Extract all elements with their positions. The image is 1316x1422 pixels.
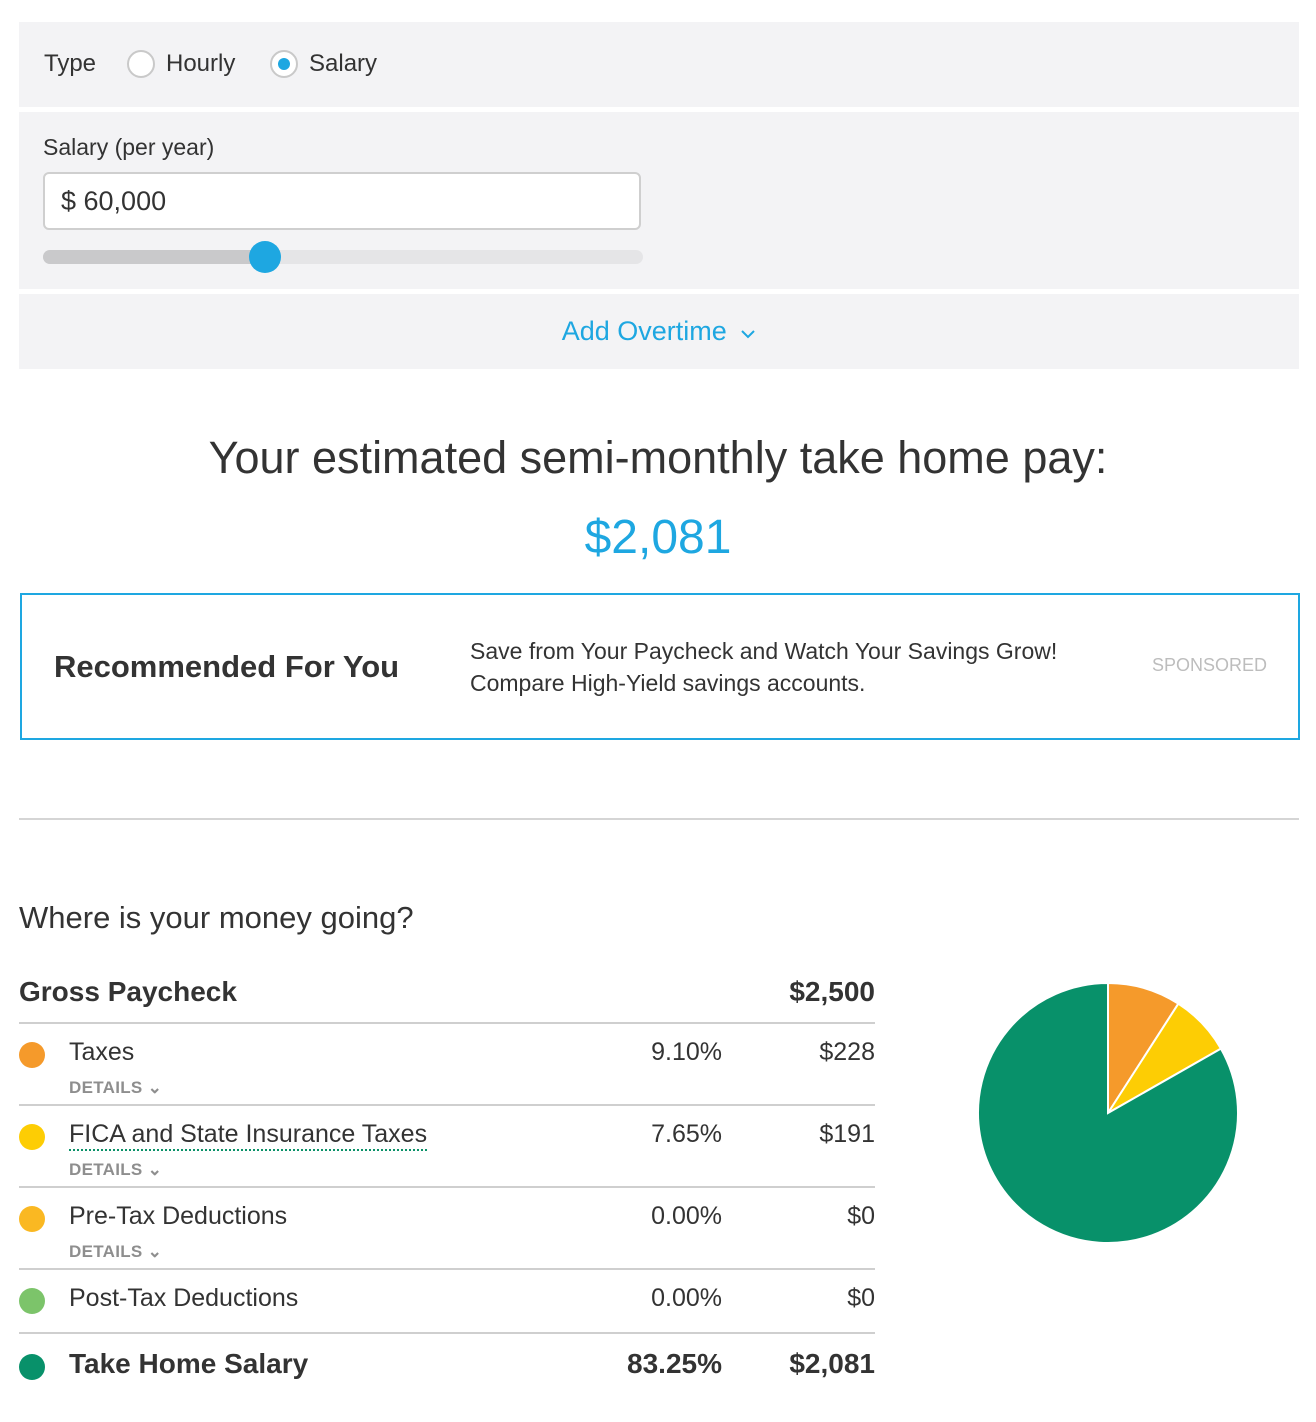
details-label: DETAILS [69,1160,143,1179]
recommended-line2: Compare High-Yield savings accounts. [470,670,866,696]
take-home-heading: Your estimated semi-monthly take home pa… [208,432,1108,483]
details-label: DETAILS [69,1242,143,1261]
row-pct: 9.10% [651,1038,722,1066]
row-divider [19,1186,875,1188]
breakdown-title: Where is your money going? [19,900,414,935]
fica-dot [19,1124,45,1150]
salary-radio[interactable] [270,50,298,78]
row-pct: 0.00% [651,1202,722,1230]
sponsored-badge: SPONSORED [1152,655,1268,675]
total-pct: 83.25% [627,1348,722,1379]
details-toggle[interactable]: DETAILS ⌄ [69,1160,162,1180]
recommended-card[interactable]: Recommended For You Save from Your Paych… [20,593,1300,740]
details-toggle[interactable]: DETAILS ⌄ [69,1078,162,1098]
take-home-amount: $2,081 [584,511,732,564]
row-divider [19,1022,875,1024]
salary-slider[interactable] [43,241,643,273]
row-divider [19,1104,875,1106]
taxes-dot [19,1042,45,1068]
details-label: DETAILS [69,1078,143,1097]
add-overtime-label: Add Overtime [561,316,727,346]
chevron-down-icon: ⌄ [147,1078,163,1097]
chevron-down-icon [741,330,755,339]
row-divider [19,1268,875,1270]
type-label: Type [44,50,97,77]
row-value: $191 [819,1120,875,1148]
row-value: $228 [819,1038,875,1066]
takehome-dot [19,1354,45,1380]
salary-input[interactable]: $ 60,000 [43,172,641,230]
row-name: Post-Tax Deductions [69,1284,299,1312]
recommended-line1: Save from Your Paycheck and Watch Your S… [470,638,1058,664]
hourly-label[interactable]: Hourly [166,50,235,78]
row-pct: 7.65% [651,1120,722,1148]
row-name: Pre-Tax Deductions [69,1202,288,1230]
hourly-radio[interactable] [127,50,155,78]
row-divider [19,1332,875,1334]
salary-label: Salary (per year) [43,134,215,160]
row-value: $0 [847,1202,875,1230]
recommended-title: Recommended For You [54,649,400,684]
chevron-down-icon: ⌄ [147,1160,163,1179]
pretax-dot [19,1206,45,1232]
row-value: $0 [847,1284,875,1312]
type-panel: Type Hourly Salary [19,22,1299,107]
gross-label: Gross Paycheck [19,976,237,1007]
divider [19,818,1299,820]
chevron-down-icon: ⌄ [147,1242,163,1261]
salary-radio-label[interactable]: Salary [309,50,377,78]
total-value: $2,081 [789,1348,875,1379]
salary-panel: Salary (per year) $ 60,000 [19,112,1299,289]
row-pct: 0.00% [651,1284,722,1312]
details-toggle[interactable]: DETAILS ⌄ [69,1242,162,1262]
add-overtime-button[interactable]: Add Overtime [19,316,1299,347]
recommended-text[interactable]: Save from Your Paycheck and Watch Your S… [470,635,1057,699]
slider-thumb[interactable] [249,241,281,273]
posttax-dot [19,1288,45,1314]
row-name[interactable]: FICA and State Insurance Taxes [69,1120,428,1151]
overtime-panel: Add Overtime [19,294,1299,369]
row-name: Taxes [69,1038,135,1066]
total-name: Take Home Salary [69,1348,309,1379]
gross-value: $2,500 [789,976,875,1007]
breakdown-pie-chart [977,981,1239,1244]
slider-fill [43,250,265,264]
